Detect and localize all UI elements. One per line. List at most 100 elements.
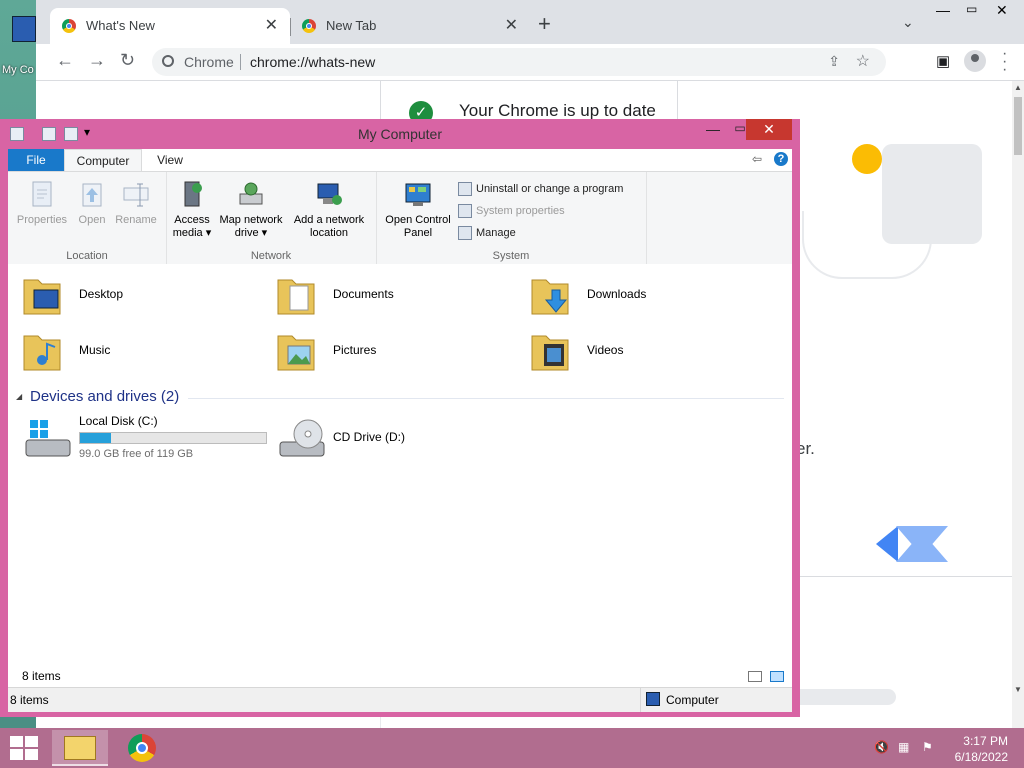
uninstall-program-button[interactable]: Uninstall or change a program xyxy=(458,182,623,196)
properties-label: Properties xyxy=(16,214,68,226)
folder-pictures[interactable]: Pictures xyxy=(262,326,512,376)
add-network-location-button[interactable]: Add a network location xyxy=(288,180,370,240)
taskbar-file-explorer[interactable] xyxy=(52,730,108,766)
forward-icon[interactable]: → xyxy=(88,50,106,71)
manage-icon xyxy=(458,226,472,240)
map-network-drive-button[interactable]: Map network drive ▾ xyxy=(216,180,286,240)
status-bar: 8 items Computer xyxy=(8,687,792,712)
page-scrollbar[interactable]: ▲ ▼ xyxy=(1012,81,1024,728)
folder-videos[interactable]: Videos xyxy=(516,326,766,376)
explorer-titlebar[interactable]: My Computer ▾ — ▭ ✕ xyxy=(0,119,800,149)
close-icon[interactable]: ✕ xyxy=(996,2,1008,19)
system-properties-icon xyxy=(458,204,472,218)
new-tab-button[interactable]: + xyxy=(538,13,551,35)
tab-view[interactable]: View xyxy=(142,149,198,171)
tab-title: What's New xyxy=(86,18,155,33)
scrollbar-thumb[interactable] xyxy=(1014,97,1022,155)
windows-logo-icon xyxy=(10,736,23,747)
properties-qat-icon[interactable] xyxy=(42,127,56,141)
new-folder-qat-icon[interactable] xyxy=(64,127,78,141)
tab-separator xyxy=(290,18,291,36)
decorative-curve xyxy=(802,211,932,279)
side-panel-icon[interactable]: ▣ xyxy=(936,52,950,70)
bookmark-star-icon[interactable]: ☆ xyxy=(856,51,870,71)
collapse-triangle-icon[interactable]: ◢ xyxy=(16,392,22,401)
volume-muted-icon[interactable]: 🔇 xyxy=(874,740,890,754)
system-properties-button[interactable]: System properties xyxy=(458,204,565,218)
decorative-chevron-shape xyxy=(896,526,948,562)
system-clock[interactable]: 3:17 PM 6/18/2022 xyxy=(940,733,1008,765)
ribbon: Properties Open Rename Location Access m… xyxy=(8,171,792,265)
music-folder-icon xyxy=(23,335,61,371)
folder-downloads[interactable]: Downloads xyxy=(516,270,766,320)
chrome-favicon-icon xyxy=(302,19,316,33)
start-button[interactable] xyxy=(10,736,38,760)
open-control-panel-button[interactable]: Open Control Panel xyxy=(380,180,456,240)
maximize-icon[interactable]: ▭ xyxy=(966,2,977,16)
folder-name: Videos xyxy=(587,343,624,357)
tab-search-chevron-icon[interactable]: ⌄ xyxy=(902,14,914,31)
access-media-label-2: media ▾ xyxy=(172,227,212,239)
control-panel-icon xyxy=(404,180,432,210)
sys-props-label: System properties xyxy=(476,204,565,217)
tiles-view-icon[interactable] xyxy=(770,671,784,682)
scroll-up-icon[interactable]: ▲ xyxy=(1014,83,1022,92)
properties-button[interactable]: Properties xyxy=(14,180,70,227)
windows-logo-pane xyxy=(10,749,23,760)
drive-free-space: 99.0 GB free of 119 GB xyxy=(79,448,194,460)
group-label-system: System xyxy=(492,250,530,262)
folder-music[interactable]: Music xyxy=(8,326,258,376)
window-title: My Computer xyxy=(357,126,443,142)
scroll-down-icon[interactable]: ▼ xyxy=(1014,685,1022,694)
rename-button[interactable]: Rename xyxy=(112,180,160,227)
address-bar[interactable]: Chrome chrome://whats-new ⇪ ☆ xyxy=(152,48,886,76)
details-view-icon[interactable] xyxy=(748,671,762,682)
add-location-label-2: location xyxy=(310,227,348,239)
decorative-yellow-dot xyxy=(852,144,882,174)
add-location-label: Add a network xyxy=(293,214,365,226)
tab-whats-new[interactable]: What's New ✕ xyxy=(50,8,290,44)
ribbon-group-location: Properties Open Rename Location xyxy=(8,172,167,264)
action-center-flag-icon[interactable]: ⚑ xyxy=(922,740,938,754)
folder-desktop[interactable]: Desktop xyxy=(8,270,258,320)
desktop-icon-my-computer[interactable]: My Co xyxy=(0,6,36,76)
back-icon[interactable]: ← xyxy=(56,50,74,71)
taskbar: 🔇 ▦ ⚑ 3:17 PM 6/18/2022 xyxy=(0,728,1024,768)
minimize-icon[interactable]: — xyxy=(936,2,950,18)
decorative-arrow-shape xyxy=(876,526,898,562)
drive-c[interactable]: Local Disk (C:) 99.0 GB free of 119 GB xyxy=(8,414,278,470)
tab-close-icon[interactable]: ✕ xyxy=(265,15,278,35)
uninstall-label: Uninstall or change a program xyxy=(476,182,624,195)
close-icon[interactable]: ✕ xyxy=(746,119,792,140)
tab-strip: What's New ✕ New Tab ✕ + ⌄ — ▭ ✕ xyxy=(36,0,1024,44)
tab-new-tab[interactable]: New Tab ✕ xyxy=(290,8,530,44)
group-label-location: Location xyxy=(66,250,108,262)
minimize-icon[interactable]: — xyxy=(700,121,726,141)
help-icon[interactable]: ? xyxy=(774,152,788,166)
drive-d[interactable]: CD Drive (D:) xyxy=(262,414,512,470)
qat-dropdown-icon[interactable]: ▾ xyxy=(84,125,90,139)
manage-button[interactable]: Manage xyxy=(458,226,516,240)
file-explorer-icon xyxy=(64,736,96,760)
tab-computer[interactable]: Computer xyxy=(64,149,142,171)
profile-avatar-icon[interactable] xyxy=(964,50,986,72)
clock-time: 3:17 PM xyxy=(963,734,1008,748)
videos-folder-icon xyxy=(531,335,569,371)
url-text[interactable]: chrome://whats-new xyxy=(250,54,375,70)
access-media-label: Access xyxy=(174,214,210,226)
item-count: 8 items xyxy=(22,669,61,683)
tab-close-icon[interactable]: ✕ xyxy=(505,15,518,35)
menu-kebab-icon[interactable]: · · · xyxy=(1002,46,1007,78)
share-icon[interactable]: ⇪ xyxy=(828,53,840,70)
network-icon[interactable]: ▦ xyxy=(898,740,914,754)
taskbar-chrome[interactable] xyxy=(114,730,170,766)
pin-ribbon-icon[interactable]: ⇦ xyxy=(752,152,762,166)
folder-documents[interactable]: Documents xyxy=(262,270,512,320)
access-media-button[interactable]: Access media ▾ xyxy=(170,180,214,240)
tab-file[interactable]: File xyxy=(8,149,64,171)
network-location-icon xyxy=(315,180,343,210)
devices-group-header[interactable]: ◢ Devices and drives (2) xyxy=(16,388,784,408)
reload-icon[interactable]: ↻ xyxy=(120,50,135,71)
open-button[interactable]: Open xyxy=(72,180,112,227)
rename-icon xyxy=(122,180,150,210)
